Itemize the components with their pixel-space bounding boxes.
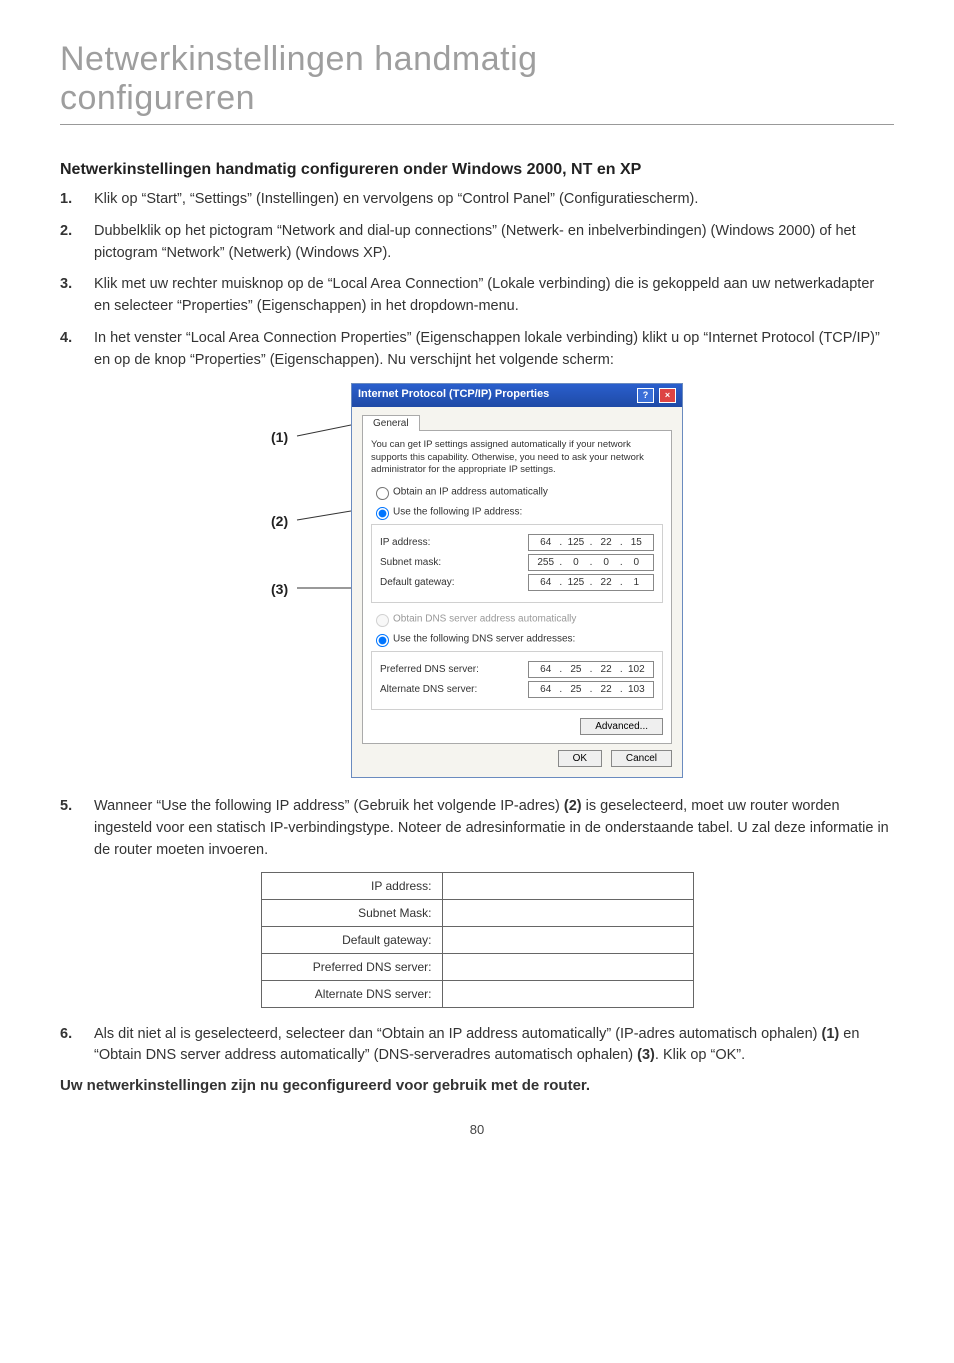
table-label-gw: Default gateway: <box>261 926 442 953</box>
step-5-num: 5. <box>60 796 94 861</box>
table-label-pref: Preferred DNS server: <box>261 953 442 980</box>
step-3-text: Klik met uw rechter muisknop op de “Loca… <box>94 274 894 318</box>
cancel-button[interactable]: Cancel <box>611 750 672 767</box>
alternate-dns-input[interactable]: 64.25.22.103 <box>528 681 654 698</box>
default-gateway-input[interactable]: 64.125.22.1 <box>528 574 654 591</box>
table-val-pref <box>442 953 693 980</box>
table-val-mask <box>442 899 693 926</box>
radio-use-ip-input[interactable] <box>376 507 389 520</box>
step-5: 5. Wanneer “Use the following IP address… <box>60 796 894 861</box>
step-4-text: In het venster “Local Area Connection Pr… <box>94 328 894 372</box>
close-icon[interactable]: × <box>659 388 676 403</box>
dialog-figure: (1) (2) (3) Internet Protocol (TCP/IP) P… <box>60 383 894 778</box>
table-row: Alternate DNS server: <box>261 980 693 1007</box>
lbl-mask: Subnet mask: <box>380 557 528 568</box>
table-val-gw <box>442 926 693 953</box>
lbl-gw: Default gateway: <box>380 577 528 588</box>
title-line2: configureren <box>60 79 255 117</box>
title-line1: Netwerkinstellingen handmatig <box>60 40 538 78</box>
title-rule <box>60 124 894 125</box>
step-4-num: 4. <box>60 328 94 372</box>
table-row: IP address: <box>261 872 693 899</box>
tcpip-dialog: Internet Protocol (TCP/IP) Properties ? … <box>351 383 683 778</box>
step-1: 1. Klik op “Start”, “Settings” (Instelli… <box>60 189 894 211</box>
dialog-desc: You can get IP settings assigned automat… <box>371 439 663 476</box>
table-row: Subnet Mask: <box>261 899 693 926</box>
radio-use-dns[interactable]: Use the following DNS server addresses: <box>371 631 663 647</box>
step-1-num: 1. <box>60 189 94 211</box>
table-label-mask: Subnet Mask: <box>261 899 442 926</box>
dialog-panel: You can get IP settings assigned automat… <box>362 430 672 744</box>
step-6-text: Als dit niet al is geselecteerd, selecte… <box>94 1024 894 1068</box>
radio-auto-dns: Obtain DNS server address automatically <box>371 611 663 627</box>
table-row: Preferred DNS server: <box>261 953 693 980</box>
section-heading: Netwerkinstellingen handmatig configurer… <box>60 161 894 179</box>
step-3: 3. Klik met uw rechter muisknop op de “L… <box>60 274 894 318</box>
step-6-num: 6. <box>60 1024 94 1068</box>
steps-list: 1. Klik op “Start”, “Settings” (Instelli… <box>60 189 894 371</box>
subnet-mask-input[interactable]: 255.0.0.0 <box>528 554 654 571</box>
advanced-button[interactable]: Advanced... <box>580 718 663 735</box>
table-label-ip: IP address: <box>261 872 442 899</box>
radio-auto-ip-input[interactable] <box>376 487 389 500</box>
step-2-num: 2. <box>60 221 94 265</box>
step-1-text: Klik op “Start”, “Settings” (Instellinge… <box>94 189 894 211</box>
preferred-dns-input[interactable]: 64.25.22.102 <box>528 661 654 678</box>
dialog-titlebar: Internet Protocol (TCP/IP) Properties ? … <box>352 384 682 407</box>
radio-use-ip[interactable]: Use the following IP address: <box>371 504 663 520</box>
table-val-ip <box>442 872 693 899</box>
ip-address-input[interactable]: 64.125.22.15 <box>528 534 654 551</box>
page-title: Netwerkinstellingen handmatig configurer… <box>60 40 894 118</box>
step-3-num: 3. <box>60 274 94 318</box>
radio-auto-ip[interactable]: Obtain an IP address automatically <box>371 484 663 500</box>
callout-column: (1) (2) (3) <box>271 383 351 663</box>
radio-use-dns-input[interactable] <box>376 634 389 647</box>
address-table: IP address: Subnet Mask: Default gateway… <box>261 872 694 1008</box>
steps-list-2: 5. Wanneer “Use the following IP address… <box>60 796 894 861</box>
dialog-title-text: Internet Protocol (TCP/IP) Properties <box>358 388 549 403</box>
ok-button[interactable]: OK <box>558 750 602 767</box>
radio-auto-dns-input <box>376 614 389 627</box>
lbl-pref-dns: Preferred DNS server: <box>380 664 528 675</box>
step-4: 4. In het venster “Local Area Connection… <box>60 328 894 372</box>
dialog-body: General You can get IP settings assigned… <box>352 407 682 777</box>
dns-group: Preferred DNS server: 64.25.22.102 Alter… <box>371 651 663 710</box>
step-5-text: Wanneer “Use the following IP address” (… <box>94 796 894 861</box>
step-2-text: Dubbelklik op het pictogram “Network and… <box>94 221 894 265</box>
table-val-alt <box>442 980 693 1007</box>
ip-group: IP address: 64.125.22.15 Subnet mask: 25… <box>371 524 663 603</box>
page-number: 80 <box>60 1122 894 1137</box>
table-label-alt: Alternate DNS server: <box>261 980 442 1007</box>
table-row: Default gateway: <box>261 926 693 953</box>
lbl-ip: IP address: <box>380 537 528 548</box>
step-2: 2. Dubbelklik op het pictogram “Network … <box>60 221 894 265</box>
step-6: 6. Als dit niet al is geselecteerd, sele… <box>60 1024 894 1068</box>
final-line: Uw netwerkinstellingen zijn nu geconfigu… <box>60 1077 894 1094</box>
lbl-alt-dns: Alternate DNS server: <box>380 684 528 695</box>
help-icon[interactable]: ? <box>637 388 654 403</box>
callout-lines <box>271 383 351 663</box>
tab-general[interactable]: General <box>362 415 420 431</box>
steps-list-3: 6. Als dit niet al is geselecteerd, sele… <box>60 1024 894 1068</box>
